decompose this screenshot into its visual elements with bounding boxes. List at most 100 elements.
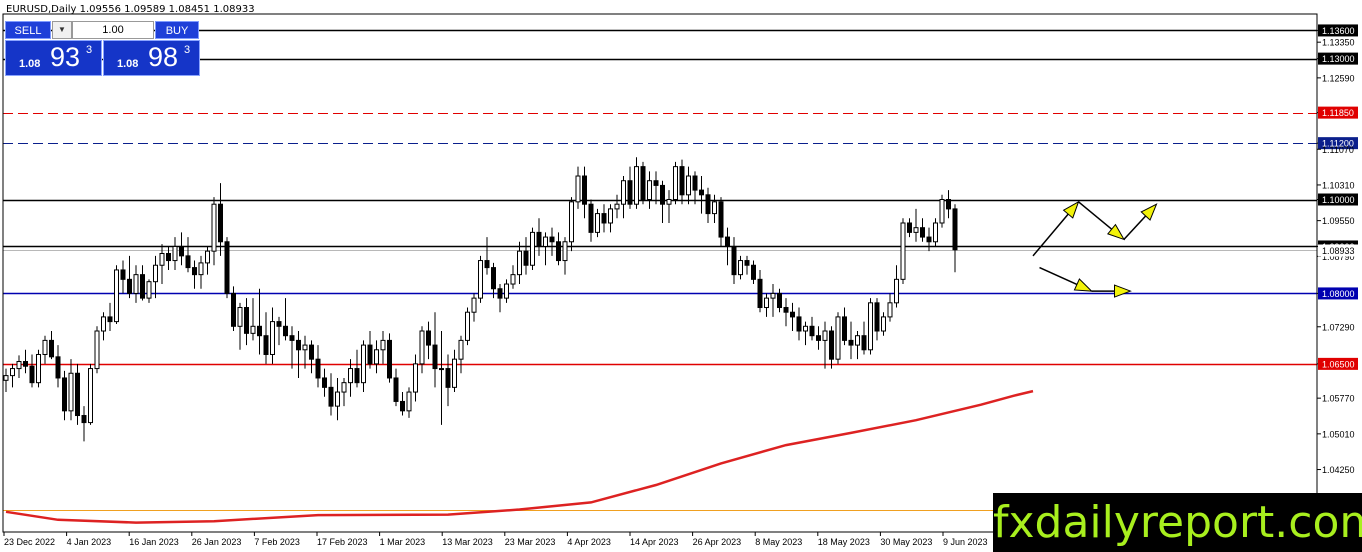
sell-button[interactable]: SELL <box>5 21 51 39</box>
candle-body <box>647 180 652 201</box>
candle-body <box>114 269 119 323</box>
x-tick-label: 8 May 2023 <box>755 537 802 547</box>
candle-body <box>510 274 516 285</box>
lot-dropdown-arrow[interactable]: ▼ <box>52 21 72 39</box>
candle-body <box>328 386 334 407</box>
candle-body <box>140 274 145 299</box>
candle-body <box>94 330 100 370</box>
candle-body <box>270 321 275 355</box>
candle-body <box>42 339 48 355</box>
candle-body <box>725 236 730 247</box>
buy-button[interactable]: BUY <box>155 21 199 39</box>
candle-body <box>471 297 477 313</box>
candle-body <box>770 292 776 299</box>
candle-body <box>517 250 522 276</box>
x-tick-label: 26 Apr 2023 <box>693 537 742 547</box>
candle-128 <box>835 312 841 364</box>
y-tick-label: 1.11070 <box>1322 145 1354 155</box>
candle-body <box>718 201 724 238</box>
candle-body <box>75 372 80 417</box>
buy-price-big-digits: 98 <box>148 42 179 72</box>
candle-body <box>712 201 717 215</box>
candle-body <box>406 391 412 412</box>
candle-body <box>276 321 282 327</box>
candle-144 <box>939 194 945 228</box>
candle-body <box>822 330 828 341</box>
candle-34 <box>224 237 230 299</box>
candle-body <box>861 335 867 351</box>
candle-body <box>608 208 613 224</box>
candle-body <box>575 175 581 203</box>
candle-138 <box>900 218 906 285</box>
candle-body <box>49 339 54 358</box>
x-tick-label: 9 Jun 2023 <box>943 537 988 547</box>
candle-body <box>133 274 139 294</box>
price-chart[interactable]: 1.136001.133501.130001.125901.118501.112… <box>0 0 1362 552</box>
candle-body <box>803 325 808 332</box>
candle-body <box>946 199 951 210</box>
candle-body <box>387 339 392 379</box>
sell-price-quote[interactable]: 1.08 93 3 <box>5 40 102 76</box>
candle-body <box>159 253 165 266</box>
candle-body <box>211 203 217 252</box>
y-tick-label: 1.07290 <box>1322 322 1355 332</box>
lot-size-input[interactable]: 1.00 <box>72 21 154 39</box>
candle-133 <box>868 298 873 355</box>
x-tick-label: 17 Feb 2023 <box>317 537 368 547</box>
one-click-trading-panel: SELL ▼ 1.00 BUY 1.08 93 3 1.08 98 3 <box>5 21 200 76</box>
candle-body <box>10 368 15 377</box>
candle-body <box>101 316 106 332</box>
candle-body <box>783 307 789 313</box>
candle-body <box>939 199 945 224</box>
buy-price-prefix: 1.08 <box>117 58 139 70</box>
y-level-tag-label: 1.13600 <box>1322 26 1355 36</box>
candle-body <box>757 278 763 309</box>
candle-body <box>738 260 743 276</box>
y-tick-label: 1.05010 <box>1322 429 1355 439</box>
sell-price-superscript: 3 <box>86 44 93 56</box>
candle-body <box>3 375 9 381</box>
candle-body <box>250 325 256 334</box>
candle-body <box>348 368 353 384</box>
candle-body <box>244 307 249 334</box>
candle-body <box>764 297 769 309</box>
candle-73 <box>478 255 483 303</box>
candle-body <box>523 250 529 266</box>
candle-body <box>127 278 132 294</box>
candle-body <box>491 267 496 290</box>
x-tick-label: 4 Apr 2023 <box>567 537 611 547</box>
candle-body <box>302 344 308 351</box>
candle-body <box>153 264 158 283</box>
candle-body <box>478 260 483 299</box>
sell-price-prefix: 1.08 <box>19 58 41 70</box>
candle-body <box>335 391 340 407</box>
x-tick-label: 23 Mar 2023 <box>505 537 556 547</box>
candle-body <box>913 227 919 233</box>
candle-body <box>484 260 490 269</box>
candle-body <box>192 267 197 276</box>
candle-17 <box>114 265 119 324</box>
y-tick-label: 1.12590 <box>1322 73 1355 83</box>
candle-body <box>543 236 548 247</box>
candle-body <box>881 316 886 332</box>
candle-body <box>361 344 366 384</box>
candle-body <box>614 203 620 210</box>
candle-body <box>374 349 379 365</box>
candle-59 <box>387 333 392 383</box>
candle-body <box>432 344 438 370</box>
candle-body <box>426 330 431 346</box>
y-level-tag-label: 1.10000 <box>1322 195 1355 205</box>
candle-13 <box>88 363 93 425</box>
buy-price-quote[interactable]: 1.08 98 3 <box>103 40 200 76</box>
candle-body <box>179 245 184 257</box>
y-tick-label: 1.05770 <box>1322 394 1355 404</box>
candle-body <box>68 372 74 412</box>
candle-body <box>588 203 594 233</box>
candle-body <box>933 222 938 243</box>
symbol-timeframe-label: EURUSD,Daily 1.09556 1.09589 1.08451 1.0… <box>6 4 255 15</box>
candle-body <box>530 231 535 266</box>
candle-98 <box>640 161 646 205</box>
candle-body <box>569 201 574 243</box>
candle-body <box>595 213 600 233</box>
candle-body <box>634 166 639 205</box>
